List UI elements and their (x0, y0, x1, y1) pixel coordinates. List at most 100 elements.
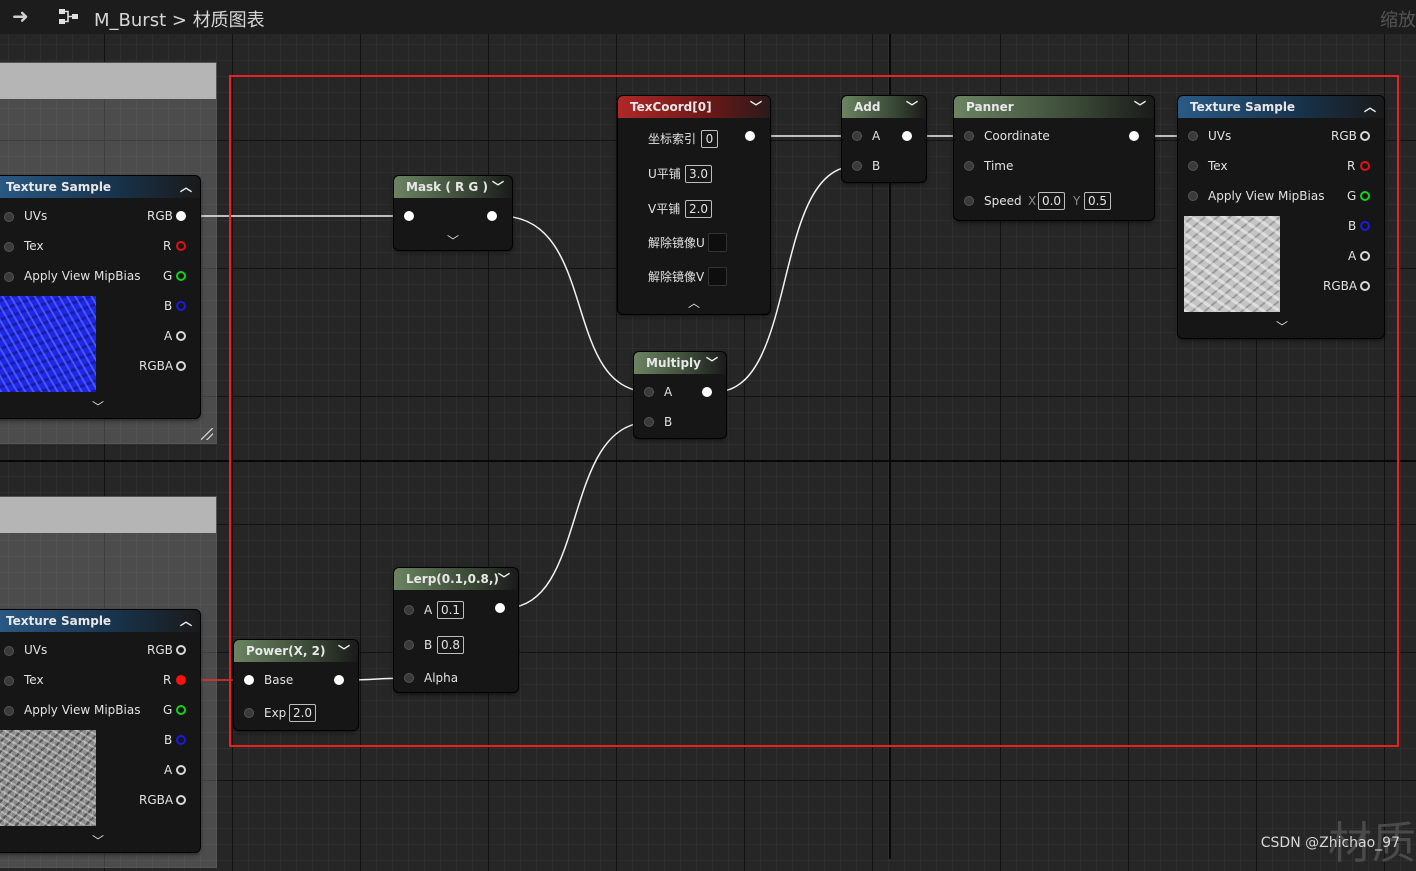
output-pin-b[interactable] (176, 301, 186, 311)
input-pin-mipbias[interactable] (1188, 191, 1198, 201)
input-pin-a[interactable] (644, 387, 654, 397)
input-pin-alpha[interactable] (404, 673, 414, 683)
node-title: Lerp(0.1,0.8,) (406, 572, 499, 586)
u-tiling-field[interactable]: 3.0 (685, 165, 712, 183)
speed-y-field[interactable]: 0.5 (1084, 192, 1111, 210)
dropdown-chevron-icon[interactable]: ﹀ (906, 96, 918, 118)
unmirror-v-checkbox[interactable] (708, 267, 727, 286)
power-node[interactable]: Power(X, 2) ﹀ Base Exp 2.0 (234, 640, 358, 730)
pin-label: Apply View MipBias (24, 269, 141, 283)
output-pin-rgb[interactable] (176, 645, 186, 655)
output-pin-g[interactable] (176, 271, 186, 281)
coordinate-index-field[interactable]: 0 (701, 130, 718, 148)
texcoord-node[interactable]: TexCoord[0] ﹀ 坐标索引 0 U平铺 3.0 V平铺 2.0 解除镜… (618, 96, 770, 314)
input-pin-mipbias[interactable] (4, 272, 14, 282)
node-header[interactable]: TexCoord[0] ﹀ (618, 96, 770, 118)
output-pin-r[interactable] (176, 675, 186, 685)
pin-label: Apply View MipBias (1208, 189, 1325, 203)
output-pin-rgba[interactable] (1360, 281, 1370, 291)
dropdown-chevron-icon[interactable]: ﹀ (1134, 96, 1146, 118)
unmirror-u-checkbox[interactable] (708, 233, 727, 252)
input-pin-b[interactable] (404, 640, 414, 650)
input-pin-time[interactable] (964, 161, 974, 171)
input-pin-tex[interactable] (4, 676, 14, 686)
output-pin-r[interactable] (176, 241, 186, 251)
output-pin-a[interactable] (176, 331, 186, 341)
texture-sample-node[interactable]: Texture Sample ︿ UVs Tex Apply View MipB… (0, 176, 200, 418)
expand-chevron-icon[interactable]: ﹀ (92, 398, 104, 415)
output-pin-a[interactable] (176, 765, 186, 775)
input-pin-uvs[interactable] (4, 646, 14, 656)
collapse-chevron-icon[interactable]: ︿ (1364, 96, 1376, 118)
input-pin-speed[interactable] (964, 196, 974, 206)
dropdown-chevron-icon[interactable]: ﹀ (492, 176, 504, 198)
input-pin-tex[interactable] (4, 242, 14, 252)
output-pin-a[interactable] (1360, 251, 1370, 261)
output-pin[interactable] (334, 675, 344, 685)
output-pin[interactable] (702, 387, 712, 397)
dropdown-chevron-icon[interactable]: ﹀ (706, 352, 718, 374)
dropdown-chevron-icon[interactable]: ﹀ (338, 640, 350, 662)
output-pin-b[interactable] (176, 735, 186, 745)
b-value-field[interactable]: 0.8 (437, 636, 464, 654)
multiply-node[interactable]: Multiply ﹀ A B (634, 352, 726, 438)
output-pin-rgb[interactable] (176, 211, 186, 221)
expand-chevron-icon[interactable]: ﹀ (1276, 318, 1288, 335)
output-pin-r[interactable] (1360, 161, 1370, 171)
output-pin[interactable] (487, 211, 497, 221)
node-title: TexCoord[0] (630, 100, 712, 114)
input-pin-b[interactable] (644, 417, 654, 427)
output-pin[interactable] (902, 131, 912, 141)
input-pin-a[interactable] (404, 605, 414, 615)
output-pin-rgb[interactable] (1360, 131, 1370, 141)
output-pin-rgba[interactable] (176, 361, 186, 371)
v-tiling-field[interactable]: 2.0 (685, 200, 712, 218)
expand-chevron-icon[interactable]: ﹀ (92, 832, 104, 849)
input-pin-uvs[interactable] (4, 212, 14, 222)
output-pin[interactable] (1129, 131, 1139, 141)
speed-x-field[interactable]: 0.0 (1038, 192, 1065, 210)
output-pin-g[interactable] (176, 705, 186, 715)
input-pin[interactable] (404, 211, 414, 221)
panner-node[interactable]: Panner ﹀ Coordinate Time Speed X 0.0 Y 0… (954, 96, 1154, 220)
input-pin-uvs[interactable] (1188, 131, 1198, 141)
input-pin-exp[interactable] (244, 708, 254, 718)
mask-node[interactable]: Mask ( R G ) ﹀ ﹀ (394, 176, 512, 250)
input-pin-b[interactable] (852, 161, 862, 171)
output-pin-rgba[interactable] (176, 795, 186, 805)
node-header[interactable]: Panner ﹀ (954, 96, 1154, 118)
node-header[interactable]: Texture Sample ︿ (0, 176, 200, 198)
output-pin-g[interactable] (1360, 191, 1370, 201)
v-tiling-label: V平铺 (648, 202, 681, 216)
dropdown-chevron-icon[interactable]: ﹀ (498, 568, 510, 590)
a-value-field[interactable]: 0.1 (437, 601, 464, 619)
node-header[interactable]: Power(X, 2) ﹀ (234, 640, 358, 662)
output-pin-b[interactable] (1360, 221, 1370, 231)
input-pin-coordinate[interactable] (964, 131, 974, 141)
output-pin[interactable] (745, 131, 755, 141)
pin-label: A (1348, 249, 1357, 263)
lerp-node[interactable]: Lerp(0.1,0.8,) ﹀ A 0.1 B 0.8 Alpha (394, 568, 518, 692)
input-pin-tex[interactable] (1188, 161, 1198, 171)
texture-sample-node[interactable]: Texture Sample ︿ UVs Tex Apply View MipB… (0, 610, 200, 852)
node-header[interactable]: Lerp(0.1,0.8,) ﹀ (394, 568, 518, 590)
node-header[interactable]: Mask ( R G ) ﹀ (394, 176, 512, 198)
node-header[interactable]: Texture Sample ︿ (1178, 96, 1384, 118)
node-header[interactable]: Multiply ﹀ (634, 352, 726, 374)
texture-sample-node[interactable]: Texture Sample ︿ UVs Tex Apply View MipB… (1178, 96, 1384, 338)
add-node[interactable]: Add ﹀ A B (842, 96, 926, 182)
node-header[interactable]: Add ﹀ (842, 96, 926, 118)
collapse-chevron-icon[interactable]: ︿ (180, 610, 192, 632)
pin-label: Tex (24, 673, 44, 687)
input-pin-a[interactable] (852, 131, 862, 141)
input-pin-base[interactable] (244, 675, 254, 685)
collapse-chevron-icon[interactable]: ︿ (180, 176, 192, 198)
exp-value-field[interactable]: 2.0 (289, 704, 316, 722)
node-header[interactable]: Texture Sample ︿ (0, 610, 200, 632)
collapse-chevron-icon[interactable]: ︿ (688, 294, 700, 311)
pin-label: UVs (1208, 129, 1232, 143)
dropdown-chevron-icon[interactable]: ﹀ (750, 96, 762, 118)
input-pin-mipbias[interactable] (4, 706, 14, 716)
expand-chevron-icon[interactable]: ﹀ (447, 232, 459, 249)
output-pin[interactable] (495, 603, 505, 613)
